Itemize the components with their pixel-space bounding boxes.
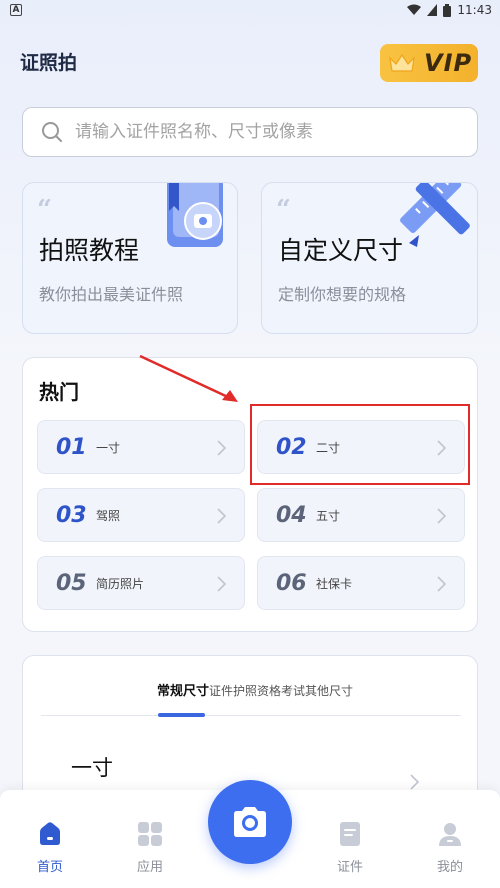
size-label: 社保卡: [316, 576, 353, 591]
tab-qualification-exam[interactable]: 资格考试: [257, 682, 305, 699]
nav-apps[interactable]: 应用: [120, 820, 180, 875]
vip-button[interactable]: VIP: [380, 44, 478, 82]
size-item-04[interactable]: 04 五寸: [257, 488, 465, 542]
size-item-06[interactable]: 06 社保卡: [257, 556, 465, 610]
size-number: 05: [56, 570, 87, 596]
active-tab-indicator: [158, 713, 205, 717]
size-label: 五寸: [316, 508, 341, 523]
custom-size-card[interactable]: “ 自定义尺寸 定制你想要的规格: [261, 182, 478, 334]
nav-label: 证件: [336, 860, 363, 875]
size-number: 06: [276, 570, 307, 596]
search-bar[interactable]: [22, 107, 478, 157]
search-icon: [42, 122, 62, 142]
document-icon: [340, 822, 360, 846]
tab-other-sizes[interactable]: 其他尺寸: [305, 682, 353, 699]
status-bar: A 11:43: [0, 0, 500, 22]
size-label: 一寸: [96, 440, 121, 455]
hot-sizes-panel: 热门 01 一寸 02 二寸 03 驾照 04 五寸 05 简历照片 06 社保…: [22, 357, 478, 632]
size-row-label[interactable]: 一寸: [71, 752, 113, 782]
battery-icon: [443, 3, 452, 17]
tutorial-subtitle: 教你拍出最美证件照: [39, 285, 184, 304]
chevron-right-icon: [437, 576, 446, 592]
chevron-right-icon: [437, 508, 446, 524]
nav-label: 首页: [36, 860, 63, 875]
camera-icon: [234, 807, 266, 837]
hot-title: 热门: [39, 380, 79, 404]
vip-label: VIP: [424, 49, 473, 77]
size-item-01[interactable]: 01 一寸: [37, 420, 245, 474]
nav-home[interactable]: 首页: [20, 820, 80, 875]
home-icon: [40, 822, 60, 845]
size-number: 04: [276, 502, 307, 528]
nav-label: 应用: [136, 860, 163, 875]
size-label: 驾照: [96, 508, 121, 523]
tutorial-card[interactable]: “ 拍照教程 教你拍出最美证件照: [22, 182, 238, 334]
nav-documents[interactable]: 证件: [320, 820, 380, 875]
custom-size-subtitle: 定制你想要的规格: [278, 285, 407, 304]
nav-label: 我的: [436, 860, 463, 875]
notification-a-icon: A: [10, 4, 22, 16]
photo-book-icon: [167, 183, 223, 247]
chevron-right-icon: [410, 774, 419, 790]
tab-id-passport[interactable]: 证件护照: [209, 682, 257, 699]
chevron-right-icon: [217, 508, 226, 524]
size-number: 03: [56, 502, 87, 528]
app-title: 证照拍: [20, 52, 78, 74]
profile-icon: [439, 823, 461, 846]
tab-regular-size[interactable]: 常规尺寸: [157, 680, 209, 699]
apps-icon: [138, 822, 162, 846]
wifi-icon: [407, 4, 422, 15]
annotation-highlight-box: [250, 404, 470, 485]
crown-icon: [389, 53, 415, 72]
quote-icon: “: [276, 195, 291, 225]
quote-icon: “: [37, 195, 52, 225]
annotation-arrow: [139, 354, 238, 402]
ruler-pencil-icon: [400, 183, 470, 247]
chevron-right-icon: [217, 576, 226, 592]
nav-profile[interactable]: 我的: [420, 820, 480, 875]
category-tabs: 常规尺寸 证件护照 资格考试 其他尺寸: [157, 680, 353, 699]
size-item-05[interactable]: 05 简历照片: [37, 556, 245, 610]
custom-size-title: 自定义尺寸: [278, 236, 404, 265]
camera-button[interactable]: [208, 780, 292, 864]
signal-icon: [427, 4, 438, 16]
search-input[interactable]: [75, 122, 455, 142]
status-time: 11:43: [457, 3, 492, 17]
status-icons: 11:43: [407, 3, 492, 17]
chevron-right-icon: [217, 440, 226, 456]
size-label: 简历照片: [96, 576, 145, 591]
tutorial-title: 拍照教程: [39, 236, 140, 265]
size-item-03[interactable]: 03 驾照: [37, 488, 245, 542]
tabs-divider: [41, 715, 461, 716]
size-number: 01: [56, 434, 87, 460]
